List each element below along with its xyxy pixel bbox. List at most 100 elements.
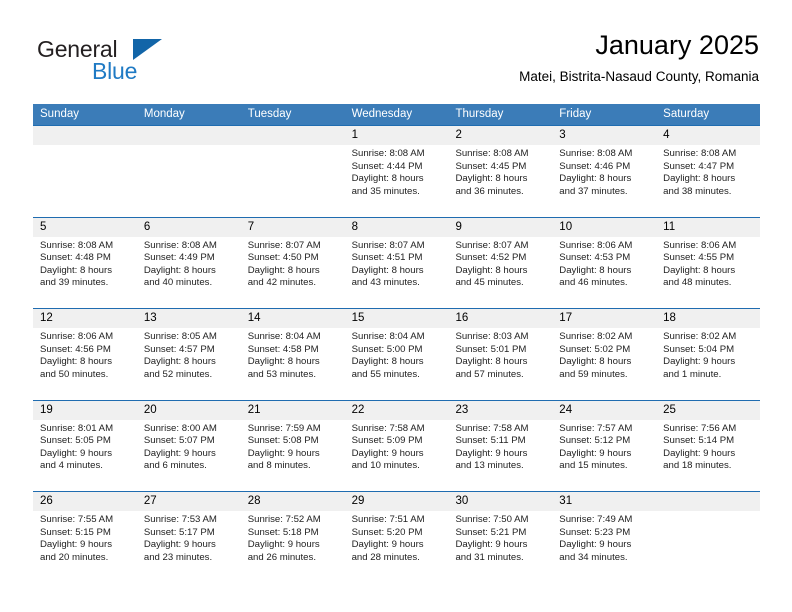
sunrise-text: Sunrise: 8:01 AM <box>40 422 114 434</box>
day-cell[interactable]: Sunrise: 8:04 AM Sunset: 4:58 PM Dayligh… <box>241 328 345 398</box>
sunrise-text: Sunrise: 8:08 AM <box>455 148 529 159</box>
day-cell[interactable]: Sunrise: 8:07 AM Sunset: 4:52 PM Dayligh… <box>448 237 552 307</box>
day-cell[interactable]: Sunrise: 8:02 AM Sunset: 5:04 PM Dayligh… <box>656 328 760 398</box>
day-number[interactable]: 27 <box>137 492 241 511</box>
day-number[interactable]: 10 <box>552 218 656 237</box>
day-number[interactable]: 6 <box>137 218 241 237</box>
day-number[interactable]: 11 <box>656 218 760 237</box>
day-cell[interactable]: Sunrise: 8:06 AM Sunset: 4:53 PM Dayligh… <box>552 237 656 307</box>
day-number[interactable]: 12 <box>33 309 137 328</box>
day-number[interactable]: 13 <box>137 309 241 328</box>
day-number[interactable]: 21 <box>241 401 345 420</box>
sunrise-text: Sunrise: 7:57 AM <box>559 422 633 434</box>
day-cell[interactable]: Sunrise: 7:51 AM Sunset: 5:20 PM Dayligh… <box>345 511 449 581</box>
day-number[interactable] <box>137 126 241 145</box>
day-number[interactable]: 3 <box>552 126 656 145</box>
day-cell[interactable]: Sunrise: 8:01 AM Sunset: 5:05 PM Dayligh… <box>33 420 137 490</box>
day-cell[interactable]: Sunrise: 8:07 AM Sunset: 4:51 PM Dayligh… <box>345 237 449 307</box>
day-number[interactable]: 9 <box>448 218 552 237</box>
day-cell[interactable]: Sunrise: 8:08 AM Sunset: 4:44 PM Dayligh… <box>345 145 449 215</box>
daylight-text-line2: and 37 minutes. <box>559 185 628 197</box>
daylight-text-line1: Daylight: 9 hours <box>143 539 216 551</box>
day-cell[interactable]: Sunrise: 7:58 AM Sunset: 5:09 PM Dayligh… <box>345 420 449 490</box>
day-cell[interactable]: Sunrise: 8:08 AM Sunset: 4:48 PM Dayligh… <box>33 237 137 307</box>
day-cell[interactable]: Sunrise: 8:06 AM Sunset: 4:55 PM Dayligh… <box>656 237 760 307</box>
calendar-page: General Blue January 2025 Matei, Bistrit… <box>0 0 792 612</box>
day-cell[interactable]: Sunrise: 8:04 AM Sunset: 5:00 PM Dayligh… <box>345 328 449 398</box>
daylight-text-line1: Daylight: 8 hours <box>351 264 424 276</box>
sunset-text: Sunset: 4:49 PM <box>143 252 215 264</box>
day-number[interactable]: 29 <box>345 492 449 511</box>
sunset-text: Sunset: 5:14 PM <box>663 435 735 447</box>
daylight-text-line2: and 26 minutes. <box>247 551 316 563</box>
day-number[interactable]: 1 <box>345 126 449 145</box>
day-cell[interactable]: Sunrise: 8:02 AM Sunset: 5:02 PM Dayligh… <box>552 328 656 398</box>
day-number[interactable]: 25 <box>656 401 760 420</box>
sunrise-text: Sunrise: 8:07 AM <box>455 239 529 251</box>
day-number[interactable]: 22 <box>345 401 449 420</box>
sunrise-text: Sunrise: 8:06 AM <box>559 239 633 251</box>
day-cell[interactable]: Sunrise: 8:03 AM Sunset: 5:01 PM Dayligh… <box>448 328 552 398</box>
day-cell[interactable]: Sunrise: 8:05 AM Sunset: 4:57 PM Dayligh… <box>137 328 241 398</box>
sunset-text: Sunset: 5:11 PM <box>455 435 526 447</box>
daylight-text-line2: and 1 minute. <box>663 368 722 380</box>
day-number[interactable]: 31 <box>552 492 656 511</box>
general-blue-logo[interactable]: General Blue <box>37 36 217 92</box>
day-cell[interactable] <box>137 145 241 215</box>
day-number[interactable]: 16 <box>448 309 552 328</box>
day-cell[interactable]: Sunrise: 8:08 AM Sunset: 4:47 PM Dayligh… <box>656 145 760 215</box>
sunset-text: Sunset: 5:20 PM <box>351 526 423 538</box>
day-number[interactable]: 18 <box>656 309 760 328</box>
day-cell[interactable]: Sunrise: 7:52 AM Sunset: 5:18 PM Dayligh… <box>241 511 345 581</box>
title-block: January 2025 Matei, Bistrita-Nasaud Coun… <box>519 28 759 85</box>
daylight-text-line1: Daylight: 8 hours <box>455 356 528 368</box>
day-cell[interactable]: Sunrise: 7:55 AM Sunset: 5:15 PM Dayligh… <box>33 511 137 581</box>
day-number[interactable]: 23 <box>448 401 552 420</box>
day-number[interactable]: 24 <box>552 401 656 420</box>
daylight-text-line1: Daylight: 9 hours <box>455 539 528 551</box>
day-cell[interactable]: Sunrise: 8:08 AM Sunset: 4:49 PM Dayligh… <box>137 237 241 307</box>
day-cell[interactable]: Sunrise: 8:06 AM Sunset: 4:56 PM Dayligh… <box>33 328 137 398</box>
daylight-text-line2: and 23 minutes. <box>143 551 213 563</box>
day-cell[interactable]: Sunrise: 8:00 AM Sunset: 5:07 PM Dayligh… <box>137 420 241 490</box>
daylight-text-line1: Daylight: 8 hours <box>247 264 320 276</box>
day-cell[interactable]: Sunrise: 8:08 AM Sunset: 4:45 PM Dayligh… <box>448 145 552 215</box>
day-cell[interactable]: Sunrise: 7:53 AM Sunset: 5:17 PM Dayligh… <box>137 511 241 581</box>
day-number[interactable]: 4 <box>656 126 760 145</box>
day-cell[interactable]: Sunrise: 7:56 AM Sunset: 5:14 PM Dayligh… <box>656 420 760 490</box>
day-number[interactable]: 19 <box>33 401 137 420</box>
daylight-text-line1: Daylight: 9 hours <box>40 447 112 459</box>
day-number[interactable]: 8 <box>345 218 449 237</box>
day-number[interactable]: 15 <box>345 309 449 328</box>
day-cell[interactable]: Sunrise: 7:49 AM Sunset: 5:23 PM Dayligh… <box>552 511 656 581</box>
day-cell[interactable]: Sunrise: 8:07 AM Sunset: 4:50 PM Dayligh… <box>241 237 345 307</box>
daylight-text-line2: and 50 minutes. <box>40 368 109 380</box>
day-number[interactable]: 28 <box>241 492 345 511</box>
day-cell[interactable]: Sunrise: 7:58 AM Sunset: 5:11 PM Dayligh… <box>448 420 552 490</box>
day-cell[interactable] <box>656 511 760 581</box>
day-number[interactable] <box>656 492 760 511</box>
day-cell[interactable]: Sunrise: 7:57 AM Sunset: 5:12 PM Dayligh… <box>552 420 656 490</box>
day-cell[interactable]: Sunrise: 7:59 AM Sunset: 5:08 PM Dayligh… <box>241 420 345 490</box>
day-cell[interactable]: Sunrise: 7:50 AM Sunset: 5:21 PM Dayligh… <box>448 511 552 581</box>
daylight-text-line2: and 34 minutes. <box>559 551 628 563</box>
daylight-text-line2: and 43 minutes. <box>351 277 420 289</box>
day-number[interactable] <box>33 126 137 145</box>
sunset-text: Sunset: 5:21 PM <box>455 526 527 538</box>
sunrise-text: Sunrise: 7:52 AM <box>247 514 321 525</box>
logo-flag-icon <box>133 39 162 60</box>
day-number[interactable]: 26 <box>33 492 137 511</box>
day-cell[interactable]: Sunrise: 8:08 AM Sunset: 4:46 PM Dayligh… <box>552 145 656 215</box>
day-number[interactable]: 14 <box>241 309 345 328</box>
day-number[interactable]: 7 <box>241 218 345 237</box>
day-number[interactable]: 20 <box>137 401 241 420</box>
day-number[interactable]: 30 <box>448 492 552 511</box>
day-number[interactable] <box>241 126 345 145</box>
day-number[interactable]: 17 <box>552 309 656 328</box>
daylight-text-line1: Daylight: 9 hours <box>143 447 216 459</box>
page-header: General Blue January 2025 Matei, Bistrit… <box>33 28 759 98</box>
day-cell[interactable] <box>33 145 137 215</box>
day-cell[interactable] <box>241 145 345 215</box>
day-number[interactable]: 2 <box>448 126 552 145</box>
day-number[interactable]: 5 <box>33 218 137 237</box>
